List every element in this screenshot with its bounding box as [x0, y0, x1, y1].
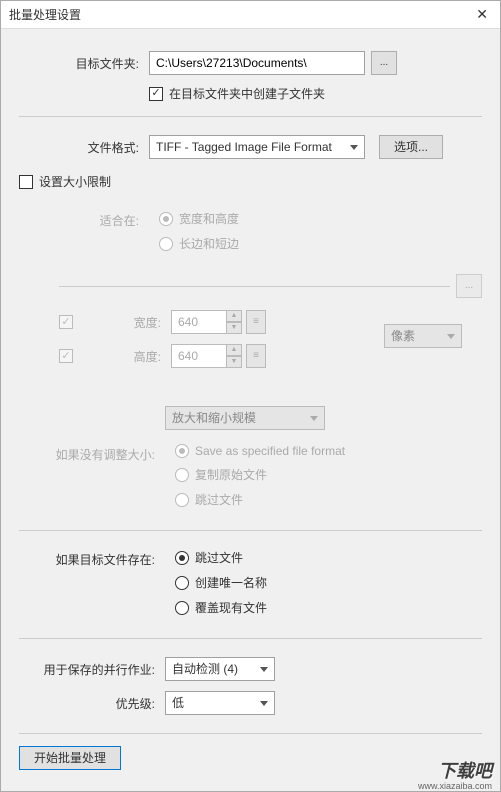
fit-opt2-row: 长边和短边 [159, 235, 239, 252]
no-resize-row: 如果没有调整大小: Save as specified file format … [19, 444, 482, 516]
scale-mode-row: 放大和缩小规模 [165, 406, 482, 430]
dimensions-left: 宽度: 640 ▲▼ ≡ 高度: 640 ▲▼ ≡ [19, 310, 384, 378]
no-resize-opt3-radio [175, 493, 189, 507]
height-spinner: ▲▼ [226, 344, 242, 368]
target-exists-radio-group: 跳过文件 创建唯一名称 覆盖现有文件 [175, 549, 267, 624]
fit-radio-group: 宽度和高度 长边和短边 [159, 210, 239, 260]
fit-opt1-row: 宽度和高度 [159, 210, 239, 227]
no-resize-opt1-radio [175, 444, 189, 458]
size-limit-checkbox[interactable] [19, 175, 33, 189]
target-exists-opt3-radio[interactable] [175, 601, 189, 615]
target-folder-row: 目标文件夹: ... [19, 51, 482, 75]
width-label: 宽度: [101, 314, 161, 331]
priority-select[interactable]: 低 [165, 691, 275, 715]
no-resize-radio-group: Save as specified file format 复制原始文件 跳过文… [175, 444, 345, 516]
target-exists-opt2-radio[interactable] [175, 576, 189, 590]
divider-2 [19, 530, 482, 531]
size-limit-label: 设置大小限制 [39, 173, 111, 190]
start-batch-button[interactable]: 开始批量处理 [19, 746, 121, 770]
format-options-button[interactable]: 选项... [379, 135, 443, 159]
target-exists-row: 如果目标文件存在: 跳过文件 创建唯一名称 覆盖现有文件 [19, 549, 482, 624]
no-resize-opt2-row: 复制原始文件 [175, 466, 345, 483]
dimensions-block: 宽度: 640 ▲▼ ≡ 高度: 640 ▲▼ ≡ [19, 310, 482, 378]
browse-folder-button[interactable]: ... [371, 51, 397, 75]
target-exists-label: 如果目标文件存在: [19, 549, 155, 568]
divider-4 [19, 733, 482, 734]
parallel-jobs-row: 用于保存的并行作业: 自动检测 (4) [19, 657, 482, 681]
target-exists-opt3-row: 覆盖现有文件 [175, 599, 267, 616]
fit-label: 适合在: [59, 210, 139, 229]
target-exists-opt1-label: 跳过文件 [195, 549, 243, 566]
divider-3 [19, 638, 482, 639]
fit-opt1-radio [159, 212, 173, 226]
create-subfolder-checkbox[interactable] [149, 87, 163, 101]
create-subfolder-label: 在目标文件夹中创建子文件夹 [169, 85, 325, 102]
scale-mode-select: 放大和缩小规模 [165, 406, 325, 430]
parallel-jobs-select[interactable]: 自动检测 (4) [165, 657, 275, 681]
preset-divider-row: ... [59, 274, 482, 298]
fit-opt1-label: 宽度和高度 [179, 210, 239, 227]
fit-opt2-label: 长边和短边 [179, 235, 239, 252]
spin-down-icon: ▼ [226, 322, 242, 334]
titlebar: 批量处理设置 ✕ [1, 1, 500, 29]
fit-opt2-radio [159, 237, 173, 251]
no-resize-opt3-label: 跳过文件 [195, 491, 243, 508]
target-folder-input[interactable] [149, 51, 365, 75]
no-resize-label: 如果没有调整大小: [19, 444, 155, 463]
target-exists-opt2-label: 创建唯一名称 [195, 574, 267, 591]
create-subfolder-row: 在目标文件夹中创建子文件夹 [149, 85, 482, 102]
window-title: 批量处理设置 [9, 6, 81, 23]
no-resize-opt1-label: Save as specified file format [195, 444, 345, 458]
no-resize-opt3-row: 跳过文件 [175, 491, 345, 508]
divider-1 [19, 116, 482, 117]
priority-label: 优先级: [19, 695, 155, 712]
width-lock-button: ≡ [246, 310, 266, 334]
parallel-jobs-label: 用于保存的并行作业: [19, 661, 155, 678]
width-spinner: ▲▼ [226, 310, 242, 334]
width-checkbox [59, 315, 73, 329]
target-folder-label: 目标文件夹: [19, 55, 139, 72]
spin-up-icon: ▲ [226, 310, 242, 322]
no-resize-opt2-radio [175, 468, 189, 482]
priority-row: 优先级: 低 [19, 691, 482, 715]
target-exists-opt2-row: 创建唯一名称 [175, 574, 267, 591]
height-checkbox [59, 349, 73, 363]
spin-up-icon: ▲ [226, 344, 242, 356]
no-resize-opt1-row: Save as specified file format [175, 444, 345, 458]
target-exists-opt3-label: 覆盖现有文件 [195, 599, 267, 616]
spin-down-icon: ▼ [226, 356, 242, 368]
close-icon[interactable]: ✕ [472, 6, 492, 23]
unit-select: 像素 [384, 324, 462, 348]
content-area: 目标文件夹: ... 在目标文件夹中创建子文件夹 文件格式: TIFF - Ta… [1, 29, 500, 788]
width-input-wrap: 640 ▲▼ ≡ [171, 310, 266, 334]
width-input: 640 [171, 310, 227, 334]
height-label: 高度: [101, 348, 161, 365]
preset-browse-button: ... [456, 274, 482, 298]
height-input-wrap: 640 ▲▼ ≡ [171, 344, 266, 368]
file-format-row: 文件格式: TIFF - Tagged Image File Format 选项… [19, 135, 482, 159]
dimensions-right: 像素 [384, 310, 482, 348]
target-exists-opt1-row: 跳过文件 [175, 549, 267, 566]
preset-divider [59, 286, 450, 287]
file-format-label: 文件格式: [19, 139, 139, 156]
no-resize-opt2-label: 复制原始文件 [195, 466, 267, 483]
height-lock-button: ≡ [246, 344, 266, 368]
width-row: 宽度: 640 ▲▼ ≡ [19, 310, 384, 334]
fit-row: 适合在: 宽度和高度 长边和短边 [19, 210, 482, 260]
dialog-window: 批量处理设置 ✕ 目标文件夹: ... 在目标文件夹中创建子文件夹 文件格式: … [0, 0, 501, 792]
target-exists-opt1-radio[interactable] [175, 551, 189, 565]
file-format-select[interactable]: TIFF - Tagged Image File Format [149, 135, 365, 159]
size-limit-row: 设置大小限制 [19, 173, 482, 190]
height-row: 高度: 640 ▲▼ ≡ [19, 344, 384, 368]
height-input: 640 [171, 344, 227, 368]
